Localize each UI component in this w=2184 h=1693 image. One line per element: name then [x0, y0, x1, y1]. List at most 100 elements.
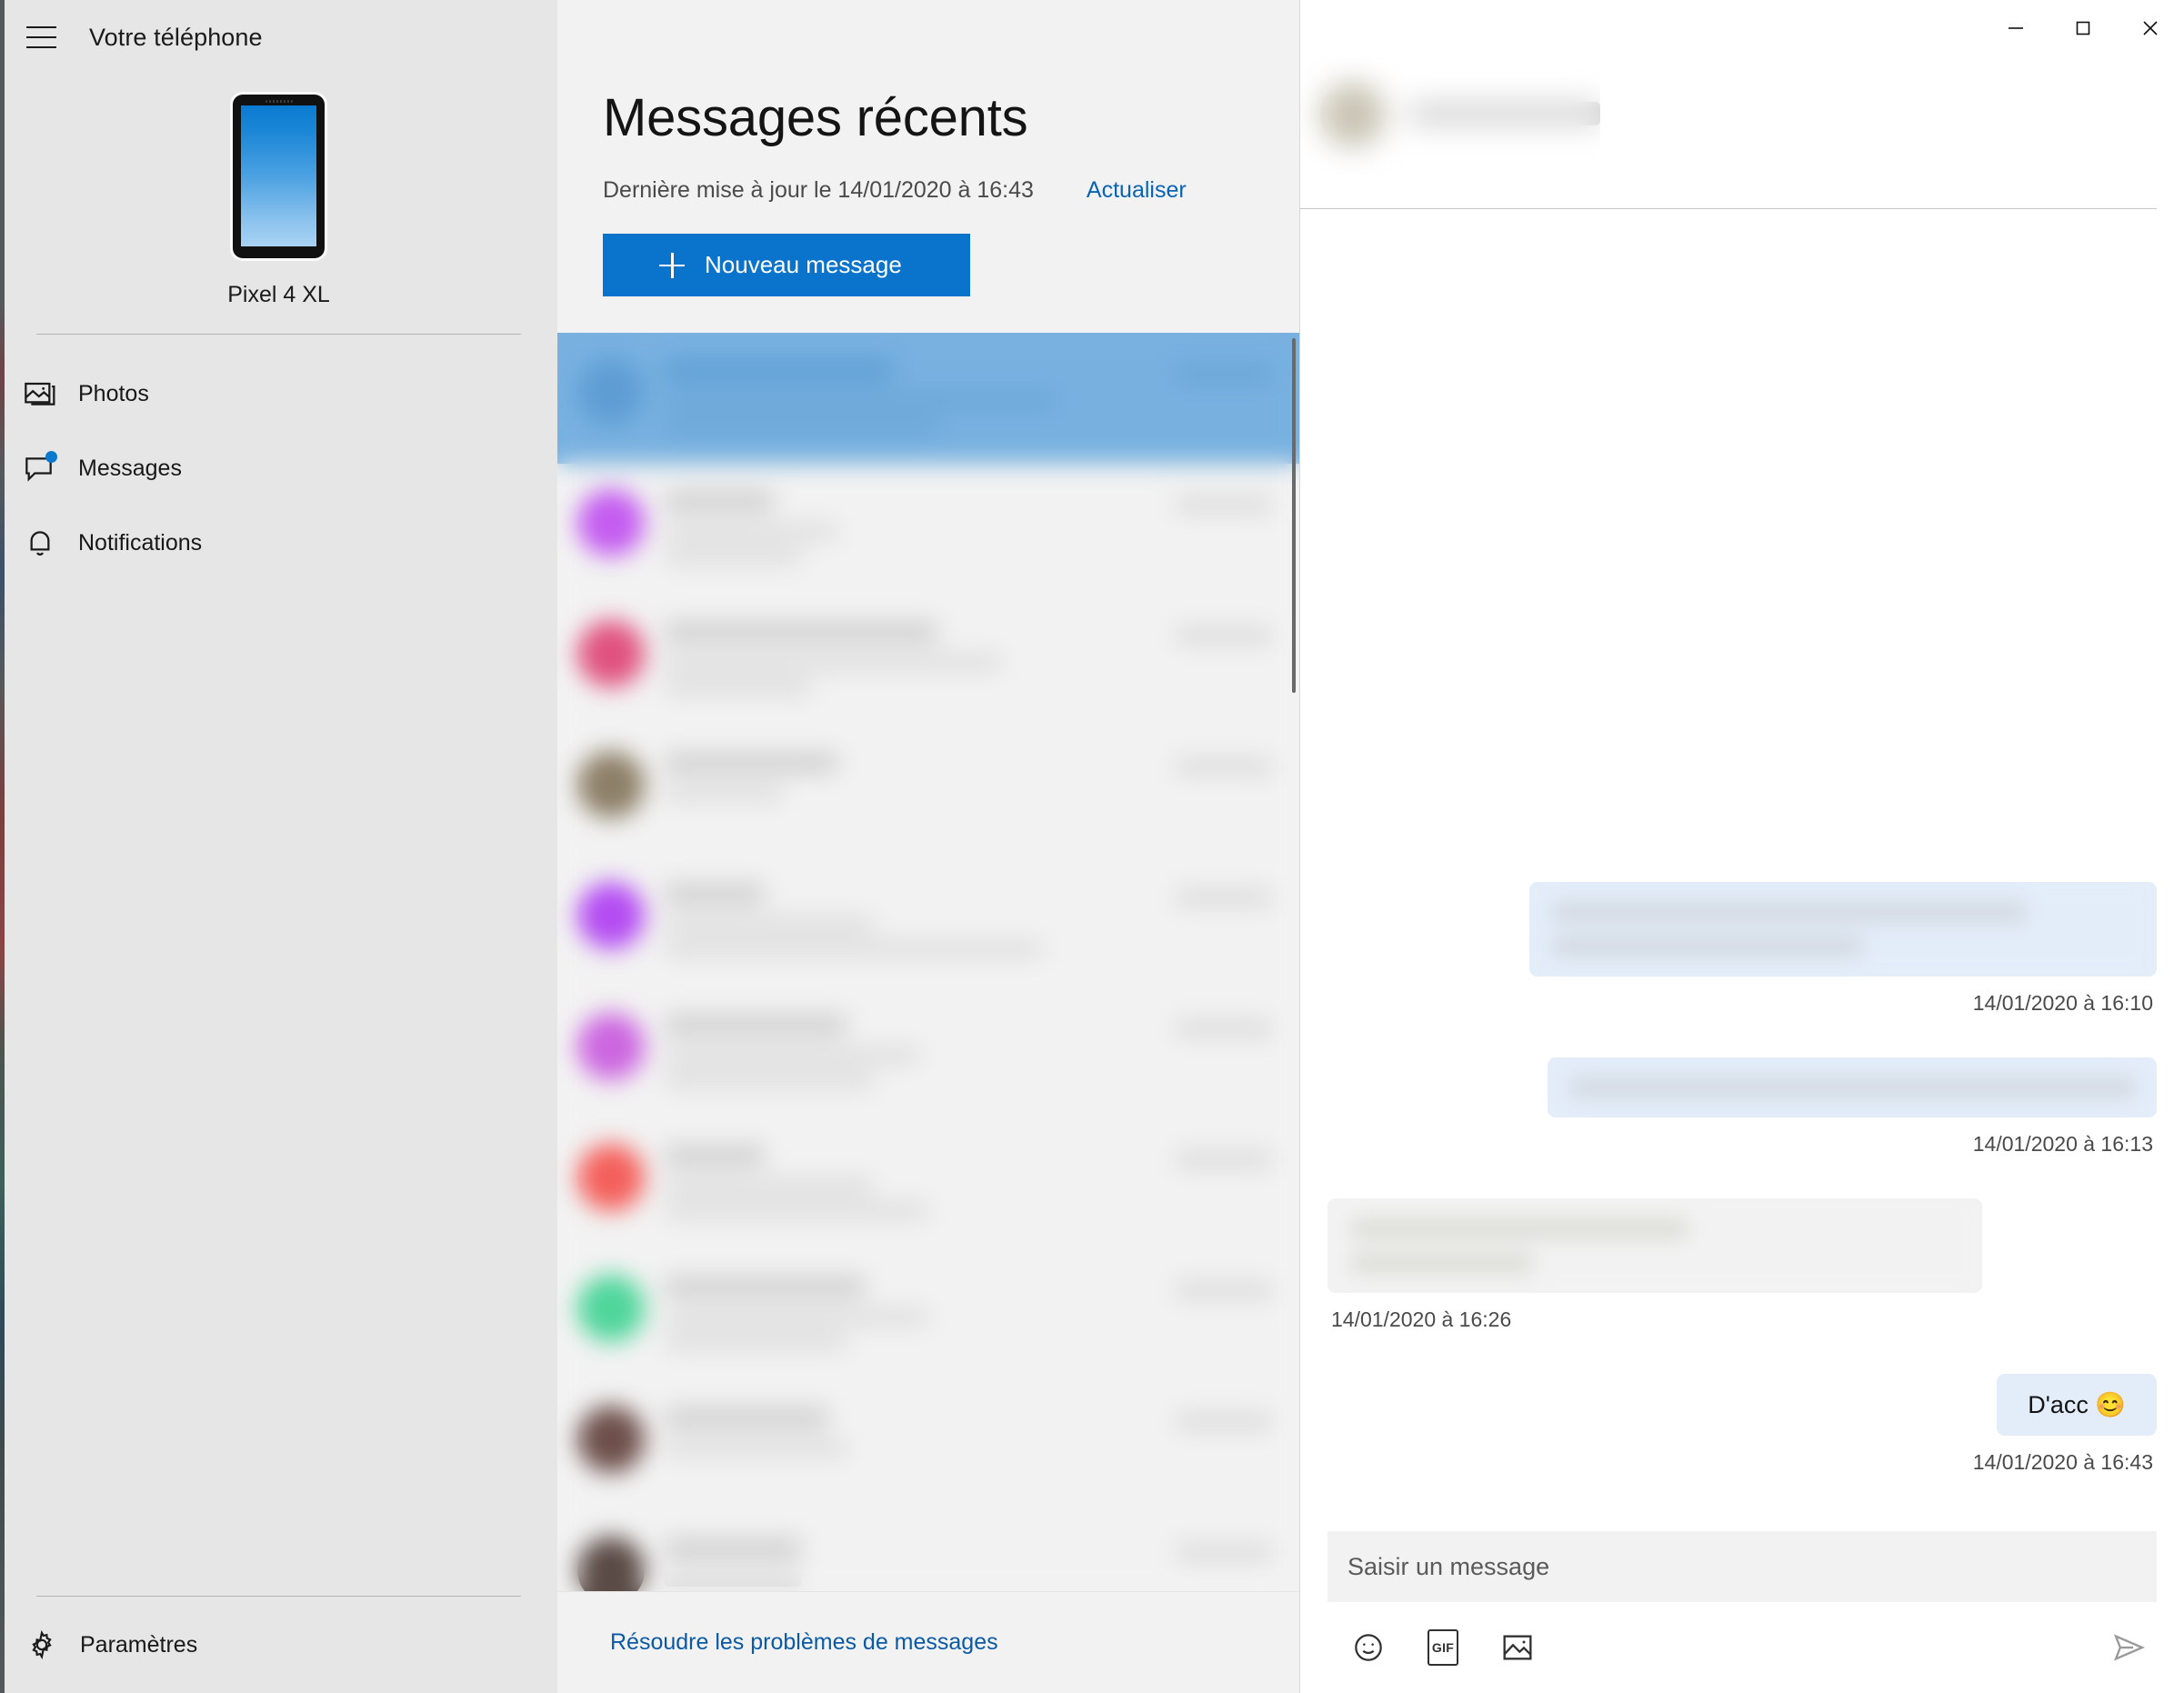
conversation-preview-redacted: [665, 548, 801, 564]
conversation-preview-redacted: [665, 524, 837, 539]
conversation-list-item[interactable]: [557, 1511, 1299, 1591]
conversation-item-body: [665, 869, 1156, 966]
message-bubble[interactable]: [1529, 882, 2157, 977]
conversation-header: [1300, 56, 2157, 209]
message-icon: [22, 450, 58, 486]
message-input[interactable]: [1327, 1531, 2157, 1602]
message-bubble-text[interactable]: D'acc 😊: [1997, 1374, 2157, 1436]
messages-panel-footer: Résoudre les problèmes de messages: [557, 1591, 1299, 1693]
composer-toolbar: GIF: [1327, 1602, 2157, 1693]
conversation-contact-name-redacted: [665, 1146, 765, 1166]
conversation-list-item[interactable]: [557, 333, 1299, 464]
minimize-button[interactable]: [1982, 0, 2049, 56]
phone-illustration: [233, 95, 325, 258]
conversation-preview-redacted: [665, 1440, 847, 1456]
conversation-list-scrollbar[interactable]: [1292, 338, 1296, 693]
sidebar-item-photos[interactable]: Photos: [0, 356, 557, 431]
conversation-timestamp-redacted: [1176, 627, 1272, 644]
conversation-preview-redacted: [665, 1178, 874, 1194]
contact-name-redacted: [1409, 102, 1600, 125]
photos-icon: [22, 376, 58, 412]
conversation-timestamp-redacted: [1176, 1282, 1272, 1298]
avatar: [577, 882, 645, 949]
avatar: [577, 1013, 645, 1080]
conversation-list-item[interactable]: [557, 1380, 1299, 1511]
message-text-redacted: [1571, 1077, 2135, 1097]
conversation-contact-name-redacted: [665, 1277, 865, 1297]
window-edge-artifact: [0, 0, 5, 1693]
conversation-list-item[interactable]: [557, 1118, 1299, 1249]
message-bubble[interactable]: [1327, 1198, 1982, 1293]
phone-speaker-icon: [265, 100, 293, 103]
avatar: [577, 489, 645, 556]
conversation-list-item[interactable]: [557, 464, 1299, 595]
close-button[interactable]: [2117, 0, 2184, 56]
plus-icon: [659, 252, 685, 278]
send-icon[interactable]: [2108, 1627, 2149, 1668]
phone-screen: [241, 105, 316, 246]
avatar: [577, 751, 645, 818]
unread-badge-dot: [45, 451, 57, 463]
conversation-contact-name-redacted: [665, 1407, 828, 1428]
conversation-timestamp-redacted: [1176, 1020, 1272, 1037]
emoji-icon[interactable]: [1347, 1627, 1389, 1668]
avatar: [577, 1275, 645, 1342]
message-group: 14/01/2020 à 16:13: [1327, 1057, 2157, 1198]
message-timestamp: 14/01/2020 à 16:10: [1972, 991, 2153, 1015]
message-group: D'acc 😊 14/01/2020 à 16:43: [1327, 1374, 2157, 1517]
your-phone-app-window: Votre téléphone Pixel 4 XL Photos Messag…: [0, 0, 2184, 1693]
image-icon[interactable]: [1497, 1627, 1538, 1668]
conversation-preview-redacted: [665, 393, 1056, 408]
avatar: [577, 1406, 645, 1473]
message-composer: GIF: [1300, 1531, 2184, 1693]
last-updated-text: Dernière mise à jour le 14/01/2020 à 16:…: [603, 177, 1034, 203]
conversation-item-body: [665, 1000, 1156, 1097]
contact-avatar: [1320, 82, 1386, 147]
gear-icon: [24, 1627, 60, 1663]
sidebar-item-messages[interactable]: Messages: [0, 431, 557, 506]
message-timestamp: 14/01/2020 à 16:43: [1972, 1450, 2153, 1474]
conversation-preview-redacted: [665, 1047, 919, 1063]
sidebar-item-label: Photos: [78, 380, 149, 406]
device-name: Pixel 4 XL: [227, 282, 330, 307]
hamburger-menu-icon[interactable]: [20, 16, 62, 58]
message-bubble[interactable]: [1548, 1057, 2157, 1117]
conversation-list[interactable]: [557, 333, 1299, 1591]
conversation-contact-name-redacted: [665, 622, 937, 642]
maximize-button[interactable]: [2049, 0, 2117, 56]
refresh-link[interactable]: Actualiser: [1087, 177, 1187, 204]
sidebar-item-settings[interactable]: Paramètres: [0, 1597, 557, 1693]
conversation-item-body: [665, 1131, 1156, 1227]
conversation-preview-redacted: [665, 417, 937, 433]
sidebar-item-label: Messages: [78, 455, 182, 481]
messages-list-panel: Messages récents Dernière mise à jour le…: [557, 0, 1300, 1693]
conversation-list-item[interactable]: [557, 857, 1299, 987]
conversation-list-item[interactable]: [557, 726, 1299, 857]
message-group: 14/01/2020 à 16:10: [1327, 882, 2157, 1057]
conversation-panel: 14/01/2020 à 16:10 14/01/2020 à 16:13 14/0…: [1300, 0, 2184, 1693]
message-timestamp: 14/01/2020 à 16:26: [1331, 1307, 1512, 1331]
conversation-item-body: [665, 1262, 1156, 1358]
conversation-item-body: [665, 1393, 1156, 1465]
conversation-preview-redacted: [665, 1072, 874, 1087]
device-card: Pixel 4 XL: [0, 75, 557, 334]
settings-label: Paramètres: [80, 1631, 198, 1658]
conversation-list-item[interactable]: [557, 987, 1299, 1118]
conversation-item-body: [665, 738, 1156, 810]
avatar: [577, 358, 645, 426]
new-message-button[interactable]: Nouveau message: [603, 234, 970, 296]
avatar: [577, 1144, 645, 1211]
conversation-preview-redacted: [665, 1571, 801, 1587]
sidebar-item-notifications[interactable]: Notifications: [0, 506, 557, 580]
avatar: [577, 1537, 645, 1591]
gif-icon[interactable]: GIF: [1422, 1627, 1464, 1668]
conversation-list-item[interactable]: [557, 1249, 1299, 1380]
conversation-list-item[interactable]: [557, 595, 1299, 726]
message-text-redacted: [1351, 1253, 1533, 1273]
messages-subheader: Dernière mise à jour le 14/01/2020 à 16:…: [603, 177, 1299, 204]
troubleshoot-link[interactable]: Résoudre les problèmes de messages: [610, 1629, 998, 1656]
conversation-timestamp-redacted: [1176, 758, 1272, 775]
app-title: Votre téléphone: [89, 23, 263, 51]
conversation-preview-redacted: [665, 655, 1001, 670]
conversation-item-body: [665, 1524, 1156, 1591]
